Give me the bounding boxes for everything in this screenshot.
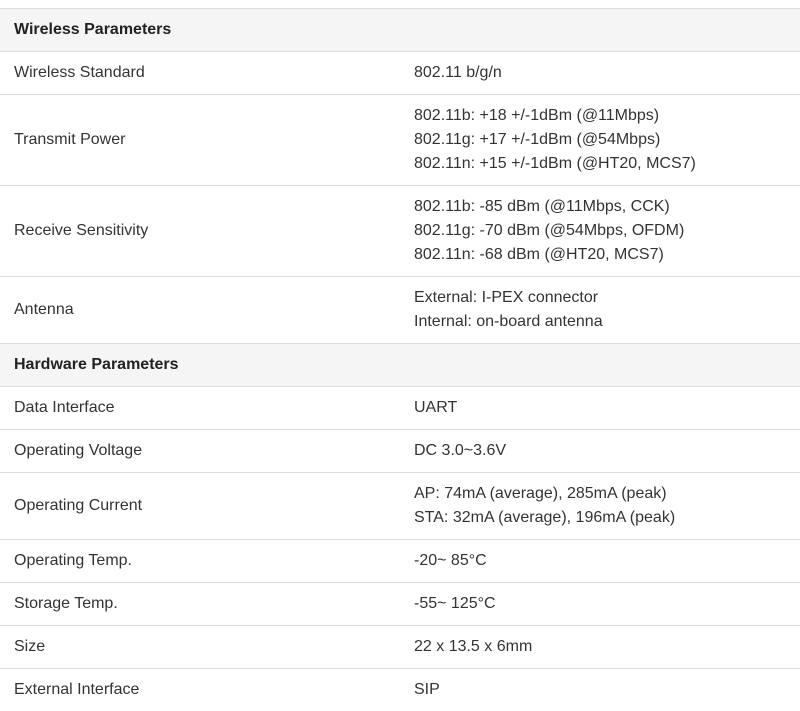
table-row: Transmit Power 802.11b: +18 +/-1dBm (@11… <box>0 95 800 186</box>
value-line: SIP <box>414 678 786 702</box>
row-value: UART <box>400 387 800 430</box>
row-value: 802.11 b/g/n <box>400 52 800 95</box>
row-label: Operating Temp. <box>0 540 400 583</box>
row-label: Data Interface <box>0 387 400 430</box>
table-row: Size 22 x 13.5 x 6mm <box>0 626 800 669</box>
table-row: Data Interface UART <box>0 387 800 430</box>
table-row: Operating Voltage DC 3.0~3.6V <box>0 430 800 473</box>
table-row: Storage Temp. -55~ 125°C <box>0 583 800 626</box>
table-row: Operating Current AP: 74mA (average), 28… <box>0 473 800 540</box>
table-row: Wireless Standard 802.11 b/g/n <box>0 52 800 95</box>
row-value: 22 x 13.5 x 6mm <box>400 626 800 669</box>
section-title: Hardware Parameters <box>0 344 800 387</box>
row-label: Operating Voltage <box>0 430 400 473</box>
row-value: DC 3.0~3.6V <box>400 430 800 473</box>
value-line: 802.11g: -70 dBm (@54Mbps, OFDM) <box>414 219 786 243</box>
value-line: 802.11n: -68 dBm (@HT20, MCS7) <box>414 243 786 267</box>
section-title: Wireless Parameters <box>0 9 800 52</box>
spec-table: Wireless Parameters Wireless Standard 80… <box>0 8 800 711</box>
row-label: External Interface <box>0 669 400 711</box>
row-label: Operating Current <box>0 473 400 540</box>
table-row: Operating Temp. -20~ 85°C <box>0 540 800 583</box>
value-line: 802.11b: +18 +/-1dBm (@11Mbps) <box>414 104 786 128</box>
row-value: -20~ 85°C <box>400 540 800 583</box>
section-header-wireless: Wireless Parameters <box>0 9 800 52</box>
row-label: Wireless Standard <box>0 52 400 95</box>
row-value: External: I-PEX connector Internal: on-b… <box>400 277 800 344</box>
row-label: Antenna <box>0 277 400 344</box>
row-label: Transmit Power <box>0 95 400 186</box>
value-line: External: I-PEX connector <box>414 286 786 310</box>
value-line: -20~ 85°C <box>414 549 786 573</box>
value-line: STA: 32mA (average), 196mA (peak) <box>414 506 786 530</box>
row-value: AP: 74mA (average), 285mA (peak) STA: 32… <box>400 473 800 540</box>
section-header-hardware: Hardware Parameters <box>0 344 800 387</box>
table-row: External Interface SIP <box>0 669 800 711</box>
value-line: -55~ 125°C <box>414 592 786 616</box>
row-value: -55~ 125°C <box>400 583 800 626</box>
value-line: 802.11n: +15 +/-1dBm (@HT20, MCS7) <box>414 152 786 176</box>
table-row: Antenna External: I-PEX connector Intern… <box>0 277 800 344</box>
row-label: Size <box>0 626 400 669</box>
row-value: SIP <box>400 669 800 711</box>
row-value: 802.11b: +18 +/-1dBm (@11Mbps) 802.11g: … <box>400 95 800 186</box>
table-row: Receive Sensitivity 802.11b: -85 dBm (@1… <box>0 186 800 277</box>
row-label: Storage Temp. <box>0 583 400 626</box>
value-line: 802.11g: +17 +/-1dBm (@54Mbps) <box>414 128 786 152</box>
value-line: 802.11 b/g/n <box>414 61 786 85</box>
row-label: Receive Sensitivity <box>0 186 400 277</box>
value-line: 802.11b: -85 dBm (@11Mbps, CCK) <box>414 195 786 219</box>
row-value: 802.11b: -85 dBm (@11Mbps, CCK) 802.11g:… <box>400 186 800 277</box>
value-line: 22 x 13.5 x 6mm <box>414 635 786 659</box>
value-line: DC 3.0~3.6V <box>414 439 786 463</box>
value-line: AP: 74mA (average), 285mA (peak) <box>414 482 786 506</box>
value-line: UART <box>414 396 786 420</box>
value-line: Internal: on-board antenna <box>414 310 786 334</box>
